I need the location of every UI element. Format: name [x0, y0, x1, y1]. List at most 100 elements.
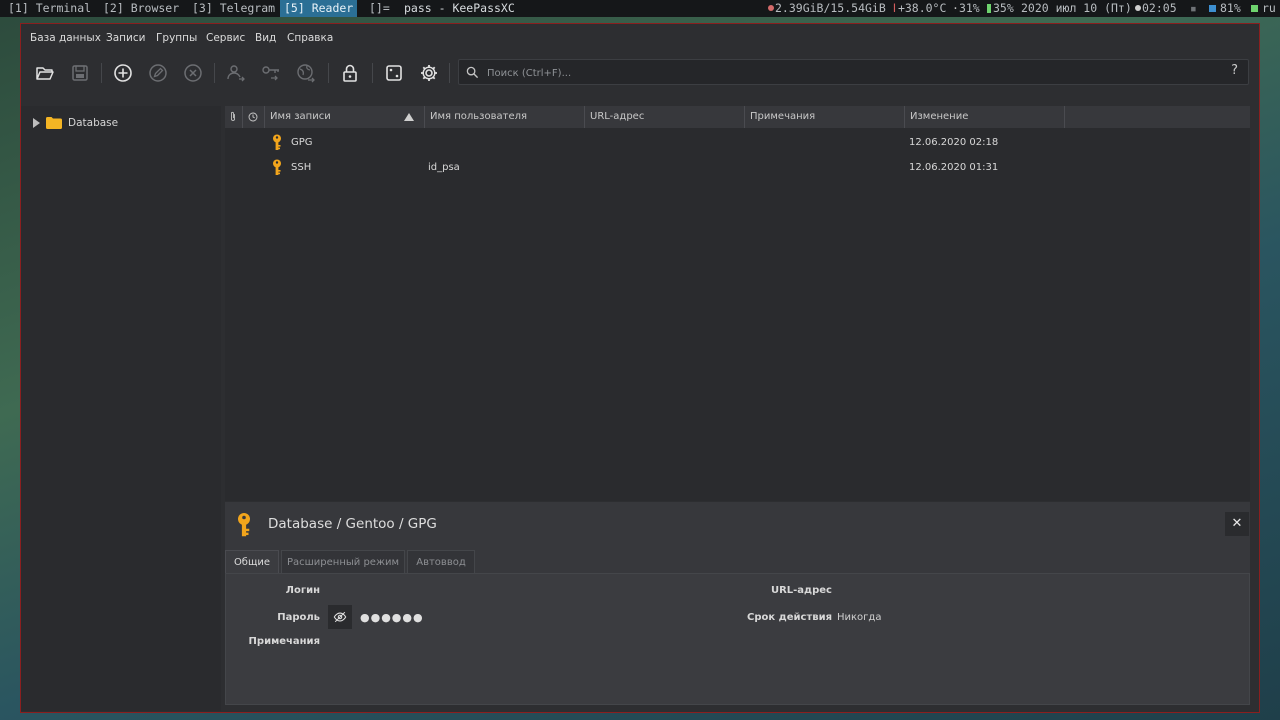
- delete-entry-icon: [184, 64, 202, 82]
- key-icon: [238, 513, 250, 537]
- cpu-icon: ·: [952, 1, 959, 15]
- menu-groups[interactable]: Группы: [156, 24, 197, 52]
- open-url-button[interactable]: [294, 61, 318, 85]
- expand-arrow-icon[interactable]: [33, 118, 40, 128]
- workspace-terminal[interactable]: [1] Terminal: [4, 0, 95, 17]
- workspace-reader[interactable]: [5] Reader: [280, 0, 358, 17]
- toolbar-separator: [101, 63, 102, 83]
- column-modified[interactable]: Изменение: [905, 106, 1065, 128]
- password-label: Пароль: [277, 612, 320, 623]
- add-entry-button[interactable]: [111, 61, 135, 85]
- copy-password-icon: [262, 66, 279, 81]
- sort-ascending-icon: [404, 113, 414, 121]
- login-label: Логин: [285, 585, 320, 596]
- settings-icon: [421, 65, 437, 81]
- entry-modified: 12.06.2020 01:31: [909, 162, 999, 173]
- settings-button[interactable]: [417, 61, 441, 85]
- keyboard-widget: ru: [1251, 0, 1276, 17]
- layout-indicator[interactable]: []=: [365, 0, 394, 17]
- column-title[interactable]: Имя записи: [265, 106, 425, 128]
- toolbar-separator: [449, 63, 450, 83]
- close-preview-button[interactable]: ✕: [1225, 512, 1249, 536]
- entry-table: Имя записи Имя пользователя URL-адрес Пр…: [225, 106, 1250, 501]
- battery-icon: [987, 4, 991, 13]
- copy-username-icon: [227, 65, 245, 82]
- help-icon[interactable]: ?: [1231, 63, 1238, 78]
- paperclip-icon: [230, 111, 236, 121]
- memory-icon: [768, 5, 774, 11]
- table-row[interactable]: GPG 12.06.2020 02:18: [225, 130, 1250, 155]
- folder-icon: [46, 117, 62, 129]
- column-expiry[interactable]: [243, 106, 265, 128]
- close-icon: ✕: [1231, 516, 1243, 531]
- copy-username-button[interactable]: [224, 61, 248, 85]
- toolbar-separator: [214, 63, 215, 83]
- expiration-value: Никогда: [837, 612, 882, 623]
- open-database-icon: [36, 67, 54, 80]
- general-tab-content: Логин Пароль ●●●●●● Примечания URL-адрес…: [225, 573, 1250, 705]
- column-url[interactable]: URL-адрес: [585, 106, 745, 128]
- clock-icon: [248, 112, 258, 122]
- menu-view[interactable]: Вид: [255, 24, 276, 52]
- keyboard-icon: [1251, 5, 1258, 12]
- entry-title: SSH: [291, 162, 312, 173]
- edit-entry-button[interactable]: [146, 61, 170, 85]
- clock-icon: [1135, 5, 1141, 11]
- tray-icon: ▪: [1190, 1, 1197, 15]
- battery-widget: 35%: [987, 0, 1014, 17]
- url-label: URL-адрес: [770, 585, 832, 596]
- cpu-widget: ·31%: [952, 1, 980, 15]
- add-entry-icon: [114, 64, 132, 82]
- column-notes[interactable]: Примечания: [745, 106, 905, 128]
- open-url-icon: [297, 64, 315, 83]
- lock-database-button[interactable]: [338, 61, 362, 85]
- workspace-telegram[interactable]: [3] Telegram: [188, 0, 279, 17]
- password-generator-button[interactable]: [382, 61, 406, 85]
- copy-password-button[interactable]: [259, 61, 283, 85]
- entry-username: id_psa: [428, 162, 460, 173]
- memory-widget: 2.39GiB/15.54GiB: [768, 0, 886, 17]
- lock-database-icon: [343, 64, 357, 82]
- open-database-button[interactable]: [33, 61, 57, 85]
- toolbar-separator: [328, 63, 329, 83]
- eye-slash-icon: [333, 611, 347, 623]
- groups-panel: Database: [21, 106, 221, 711]
- date-widget: 2020 июл 10 (Пт): [1021, 1, 1132, 15]
- entry-preview-panel: Database / Gentoo / GPG ✕ Общие Расширен…: [225, 502, 1250, 705]
- save-database-icon: [72, 65, 88, 81]
- key-icon: [273, 134, 281, 150]
- key-icon: [273, 159, 281, 175]
- keepassxc-window: База данных Записи Группы Сервис Вид Спр…: [20, 23, 1260, 713]
- tab-general[interactable]: Общие: [225, 550, 279, 573]
- tab-autotype[interactable]: Автоввод: [407, 550, 475, 573]
- save-database-button[interactable]: [68, 61, 92, 85]
- workspace-browser[interactable]: [2] Browser: [99, 0, 183, 17]
- toolbar: ?: [21, 53, 1259, 93]
- delete-entry-button[interactable]: [181, 61, 205, 85]
- column-username[interactable]: Имя пользователя: [425, 106, 585, 128]
- search-box: ?: [458, 59, 1249, 85]
- toggle-password-button[interactable]: [328, 605, 352, 629]
- menu-tools[interactable]: Сервис: [206, 24, 245, 52]
- entry-title: GPG: [291, 137, 313, 148]
- edit-entry-icon: [149, 64, 167, 82]
- search-icon: [466, 66, 479, 79]
- temperature-widget: ǀ+38.0°C: [891, 1, 947, 15]
- expiration-label: Срок действия: [747, 612, 832, 623]
- password-generator-icon: [386, 65, 402, 81]
- tab-advanced[interactable]: Расширенный режим: [281, 550, 405, 573]
- column-attachment[interactable]: [225, 106, 243, 128]
- password-value[interactable]: ●●●●●●: [360, 611, 424, 624]
- clock-widget: 02:05: [1135, 0, 1177, 17]
- table-row[interactable]: SSH id_psa 12.06.2020 01:31: [225, 155, 1250, 180]
- menu-help[interactable]: Справка: [287, 24, 333, 52]
- menu-database[interactable]: База данных: [30, 24, 101, 52]
- group-database[interactable]: Database: [33, 114, 118, 132]
- table-header: Имя записи Имя пользователя URL-адрес Пр…: [225, 106, 1250, 128]
- search-input[interactable]: [485, 62, 1219, 84]
- notes-label: Примечания: [248, 636, 320, 647]
- toolbar-separator: [372, 63, 373, 83]
- menu-entries[interactable]: Записи: [106, 24, 145, 52]
- volume-icon: [1209, 5, 1216, 12]
- preview-title: Database / Gentoo / GPG: [268, 516, 437, 532]
